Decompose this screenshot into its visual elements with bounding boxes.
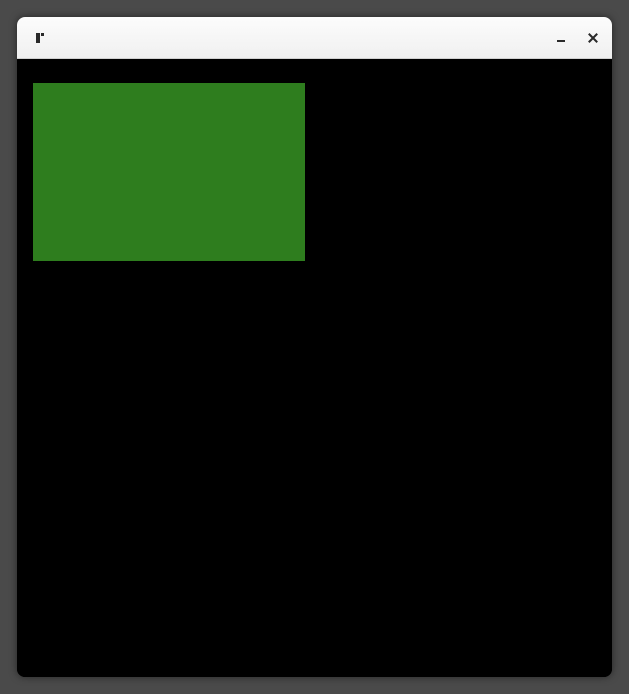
minimize-button[interactable] (554, 31, 568, 45)
close-icon (587, 32, 599, 44)
minimize-icon (557, 40, 565, 42)
rectangle-shape (33, 83, 305, 261)
window-controls (554, 31, 600, 45)
app-icon (33, 31, 47, 45)
window-titlebar[interactable] (17, 17, 612, 59)
close-button[interactable] (586, 31, 600, 45)
canvas-area (17, 59, 612, 677)
application-window (17, 17, 612, 677)
